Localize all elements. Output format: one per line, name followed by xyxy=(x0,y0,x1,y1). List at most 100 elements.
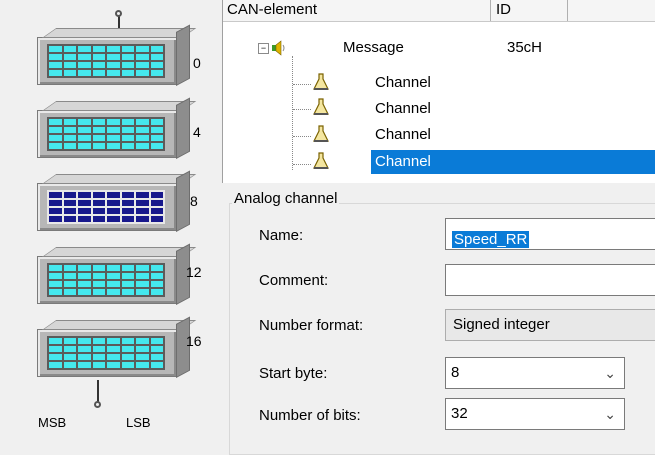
bit-cell xyxy=(92,273,105,279)
bit-cell xyxy=(121,346,134,352)
bit-cell xyxy=(49,143,62,149)
byte-offset-0: 0 xyxy=(193,55,201,71)
byte-layout-panel: 0 4 8 12 16 MSB LSB xyxy=(0,0,218,446)
bit-cell xyxy=(121,135,134,141)
bit-cell xyxy=(121,354,134,360)
bit-cell xyxy=(78,281,91,287)
bit-cell xyxy=(121,46,134,52)
bit-cell xyxy=(49,216,62,222)
bit-cell xyxy=(121,362,134,368)
bit-cell xyxy=(92,192,105,198)
comment-field[interactable] xyxy=(445,264,655,296)
bit-cell xyxy=(107,127,120,133)
bit-cell xyxy=(78,265,91,271)
num-bits-combo[interactable]: 32 ⌄ xyxy=(445,398,625,430)
bit-cell xyxy=(78,127,91,133)
bit-cell xyxy=(121,273,134,279)
bit-cell xyxy=(107,135,120,141)
bit-grid-4 xyxy=(47,117,165,151)
bit-cell xyxy=(107,143,120,149)
bit-cell xyxy=(63,273,76,279)
bit-cell xyxy=(63,119,76,125)
start-byte-combo[interactable]: 8 ⌄ xyxy=(445,357,625,389)
bit-cell xyxy=(150,54,163,60)
bit-cell xyxy=(49,119,62,125)
bit-cell xyxy=(136,192,149,198)
num-bits-label: Number of bits: xyxy=(259,407,361,424)
bit-cell xyxy=(107,70,120,76)
name-field[interactable]: Speed_RR xyxy=(445,218,655,250)
can-element-tree[interactable]: CAN-element ID − Message 35cH Channel Ch… xyxy=(222,0,655,183)
bit-cell xyxy=(49,70,62,76)
analog-channel-group: Analog channel Name: Speed_RR Comment: N… xyxy=(222,184,655,455)
bit-cell xyxy=(121,265,134,271)
bit-cell xyxy=(150,70,163,76)
bit-cell xyxy=(92,354,105,360)
bit-cell xyxy=(49,354,62,360)
tree-item-channel-2[interactable]: Channel xyxy=(375,97,431,121)
bit-cell xyxy=(63,338,76,344)
bit-cell xyxy=(136,289,149,295)
bit-cell xyxy=(78,354,91,360)
bit-cell xyxy=(121,192,134,198)
byte-block-16[interactable] xyxy=(37,316,197,378)
bit-cell xyxy=(92,200,105,206)
bit-cell xyxy=(92,54,105,60)
tree-item-channel-1[interactable]: Channel xyxy=(375,71,431,95)
bit-cell xyxy=(121,119,134,125)
bit-cell xyxy=(150,362,163,368)
bit-cell xyxy=(107,346,120,352)
bit-cell xyxy=(121,143,134,149)
bit-cell xyxy=(49,362,62,368)
bit-cell xyxy=(78,216,91,222)
bit-cell xyxy=(150,265,163,271)
channel-flask-icon xyxy=(313,125,329,142)
byte-block-12[interactable] xyxy=(37,243,197,305)
bit-cell xyxy=(78,54,91,60)
byte-block-0[interactable] xyxy=(37,24,197,86)
channel-flask-icon xyxy=(313,73,329,90)
bit-cell xyxy=(121,289,134,295)
bit-cell xyxy=(136,62,149,68)
bit-cell xyxy=(150,192,163,198)
tree-item-channel-3[interactable]: Channel xyxy=(375,123,431,147)
bit-cell xyxy=(49,289,62,295)
byte-offset-12: 12 xyxy=(186,264,202,280)
bit-cell xyxy=(107,192,120,198)
message-speaker-icon xyxy=(272,40,285,56)
bit-cell xyxy=(150,127,163,133)
bit-cell xyxy=(78,135,91,141)
bit-cell xyxy=(92,208,105,214)
collapse-icon[interactable]: − xyxy=(258,43,269,54)
bit-cell xyxy=(63,192,76,198)
bit-cell xyxy=(92,338,105,344)
comment-label: Comment: xyxy=(259,272,329,289)
bit-cell xyxy=(121,338,134,344)
byte-offset-16: 16 xyxy=(186,333,202,349)
tree-item-channel-4-selected[interactable]: Channel xyxy=(371,150,655,174)
number-format-dropdown[interactable]: Signed integer xyxy=(445,309,655,341)
bit-cell xyxy=(150,135,163,141)
bit-cell xyxy=(92,281,105,287)
bit-cell xyxy=(136,338,149,344)
byte-block-4[interactable] xyxy=(37,97,197,159)
bit-cell xyxy=(150,354,163,360)
chevron-down-icon[interactable]: ⌄ xyxy=(604,365,616,382)
bit-cell xyxy=(63,216,76,222)
bit-cell xyxy=(49,346,62,352)
bit-cell xyxy=(107,354,120,360)
byte-block-8[interactable] xyxy=(37,170,197,232)
bit-cell xyxy=(92,346,105,352)
column-header-id[interactable]: ID xyxy=(491,0,568,21)
chevron-down-icon[interactable]: ⌄ xyxy=(604,406,616,423)
bit-cell xyxy=(136,70,149,76)
bit-cell xyxy=(107,200,120,206)
bottom-pin-head xyxy=(94,401,101,408)
bit-cell xyxy=(63,354,76,360)
bit-cell xyxy=(107,289,120,295)
group-title: Analog channel xyxy=(232,190,340,207)
column-header-can-element[interactable]: CAN-element xyxy=(223,0,491,21)
bit-grid-8-selected xyxy=(47,190,165,224)
bit-cell xyxy=(121,281,134,287)
bit-cell xyxy=(78,362,91,368)
